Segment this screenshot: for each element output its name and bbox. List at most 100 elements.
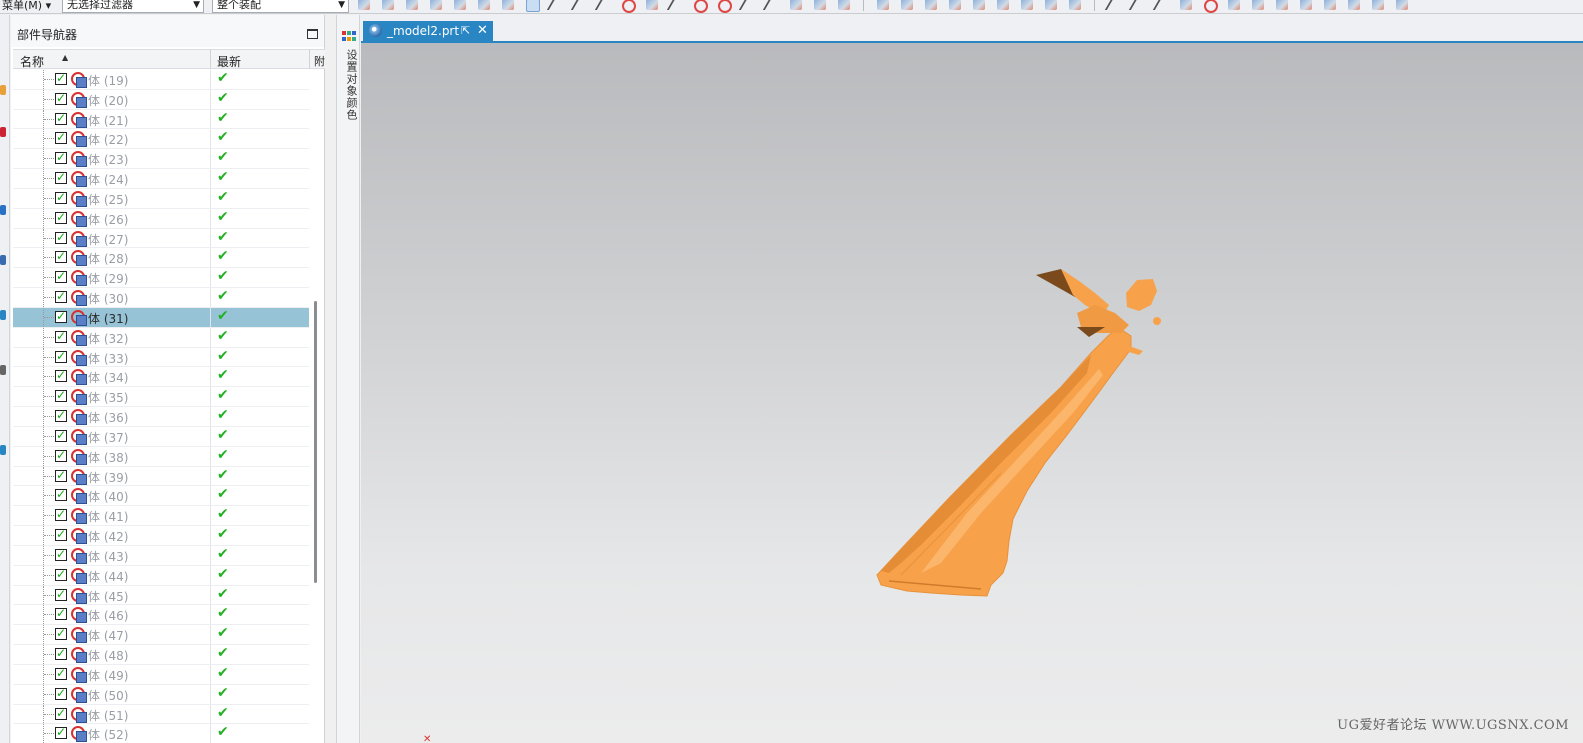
divide-icon[interactable] xyxy=(1249,0,1267,12)
orient-view-icon[interactable] xyxy=(1042,0,1060,12)
layout-icon[interactable] xyxy=(994,0,1012,12)
visibility-checkbox[interactable] xyxy=(55,507,67,522)
body-select-icon[interactable] xyxy=(475,0,493,12)
tree-row[interactable]: 体 (31) ✔ xyxy=(13,307,309,328)
selection-filter-dropdown[interactable]: 无选择过滤器 ▼ xyxy=(62,0,204,13)
point-icon[interactable] xyxy=(1177,0,1195,12)
visibility-checkbox[interactable] xyxy=(55,408,67,423)
tree-row[interactable]: 体 (33) ✔ xyxy=(13,347,309,368)
trim-icon[interactable] xyxy=(1225,0,1243,12)
tree-row[interactable]: 体 (39) ✔ xyxy=(13,466,309,487)
left-strip-icon[interactable] xyxy=(0,255,6,265)
mid-point-icon[interactable] xyxy=(571,0,589,12)
visibility-checkbox[interactable] xyxy=(55,606,67,621)
part-icon[interactable] xyxy=(835,0,853,12)
visibility-checkbox[interactable] xyxy=(55,150,67,165)
visibility-checkbox[interactable] xyxy=(55,547,67,561)
tree-row[interactable]: 体 (23) ✔ xyxy=(13,149,309,170)
tree-row[interactable]: 体 (25) ✔ xyxy=(13,188,309,209)
bounded-grid-icon[interactable] xyxy=(811,0,829,12)
visibility-checkbox[interactable] xyxy=(55,249,67,264)
assembly-filter-icon[interactable] xyxy=(379,0,397,12)
tree-row[interactable]: 体 (49) ✔ xyxy=(13,664,309,685)
pattern-icon[interactable] xyxy=(1273,0,1291,12)
tree-row[interactable]: 体 (27) ✔ xyxy=(13,228,309,249)
quadrant-icon[interactable] xyxy=(715,0,733,13)
line-icon[interactable] xyxy=(1105,0,1123,12)
tree-row[interactable]: 体 (50) ✔ xyxy=(13,684,309,705)
visibility-checkbox[interactable] xyxy=(55,190,67,204)
select-rectangle-icon[interactable] xyxy=(403,0,421,12)
tree-row[interactable]: 体 (37) ✔ xyxy=(13,426,309,447)
tree-row[interactable]: 体 (52) ✔ xyxy=(13,724,309,743)
tree-row[interactable]: 体 (32) ✔ xyxy=(13,327,309,348)
visibility-checkbox[interactable] xyxy=(55,349,67,363)
visibility-checkbox[interactable] xyxy=(55,428,67,442)
column-divider[interactable] xyxy=(210,50,211,69)
visibility-checkbox[interactable] xyxy=(55,487,67,502)
color-palette-icon[interactable] xyxy=(342,31,356,43)
visibility-checkbox[interactable] xyxy=(55,309,67,323)
visibility-checkbox[interactable] xyxy=(55,706,67,720)
visibility-checkbox[interactable] xyxy=(55,567,67,581)
tangent-icon[interactable] xyxy=(667,0,685,12)
render-style-icon[interactable] xyxy=(1018,0,1036,12)
tree-row[interactable]: 体 (28) ✔ xyxy=(13,248,309,269)
existing-point-icon[interactable] xyxy=(739,0,757,12)
visibility-checkbox[interactable] xyxy=(55,170,67,185)
undock-icon[interactable]: ⇱ xyxy=(461,21,470,41)
rotate-icon[interactable] xyxy=(922,0,940,12)
column-attached[interactable]: 附 xyxy=(314,53,325,69)
sort-ascending-icon[interactable]: ▲ xyxy=(62,53,68,62)
tree-row[interactable]: 体 (24) ✔ xyxy=(13,169,309,189)
visibility-checkbox[interactable] xyxy=(55,230,67,244)
visibility-checkbox[interactable] xyxy=(55,388,67,403)
zoom-icon[interactable] xyxy=(898,0,916,12)
solid-body-icon[interactable] xyxy=(1345,0,1363,12)
snap-all-icon[interactable] xyxy=(523,0,541,12)
point-on-curve-icon[interactable] xyxy=(763,0,781,12)
curve-point-icon[interactable] xyxy=(643,0,661,12)
column-name[interactable]: 名称 xyxy=(20,53,44,70)
pan-icon[interactable] xyxy=(946,0,964,12)
navigator-scrollbar[interactable] xyxy=(314,301,317,583)
visibility-checkbox[interactable] xyxy=(55,527,67,542)
visibility-checkbox[interactable] xyxy=(55,686,67,700)
face-point-icon[interactable] xyxy=(787,0,805,12)
left-strip-icon[interactable] xyxy=(0,85,6,95)
visibility-checkbox[interactable] xyxy=(55,587,67,601)
fit-view-icon[interactable] xyxy=(874,0,892,12)
maximize-icon[interactable] xyxy=(307,29,318,39)
visibility-checkbox[interactable] xyxy=(55,91,67,105)
tree-row[interactable]: 体 (45) ✔ xyxy=(13,585,309,606)
mirror-icon[interactable] xyxy=(1297,0,1315,12)
visibility-checkbox[interactable] xyxy=(55,666,67,680)
cut-icon[interactable] xyxy=(1393,0,1411,12)
tree-row[interactable]: 体 (36) ✔ xyxy=(13,407,309,427)
tree-row[interactable]: 体 (35) ✔ xyxy=(13,387,309,408)
tree-row[interactable]: 体 (48) ✔ xyxy=(13,645,309,665)
tree-row[interactable]: 体 (20) ✔ xyxy=(13,89,309,110)
visibility-checkbox[interactable] xyxy=(55,269,67,284)
tree-row[interactable]: 体 (40) ✔ xyxy=(13,486,309,507)
update-icon[interactable] xyxy=(1321,0,1339,12)
visibility-checkbox[interactable] xyxy=(55,130,67,145)
tree-row[interactable]: 体 (22) ✔ xyxy=(13,129,309,150)
column-divider[interactable] xyxy=(309,50,310,69)
tree-row[interactable]: 体 (41) ✔ xyxy=(13,506,309,527)
visibility-checkbox[interactable] xyxy=(55,725,67,740)
tree-row[interactable]: 体 (44) ✔ xyxy=(13,565,309,586)
visibility-checkbox[interactable] xyxy=(55,329,67,343)
tab-model2[interactable]: _model2.prt ⇱ ✕ xyxy=(363,21,493,41)
left-strip-icon[interactable] xyxy=(0,205,6,215)
visibility-checkbox[interactable] xyxy=(55,111,67,125)
tree-row[interactable]: 体 (47) ✔ xyxy=(13,625,309,646)
intersection-icon[interactable] xyxy=(619,0,637,13)
tree-row[interactable]: 体 (43) ✔ xyxy=(13,545,309,566)
tree-row[interactable]: 体 (38) ✔ xyxy=(13,446,309,467)
tree-row[interactable]: 体 (21) ✔ xyxy=(13,109,309,130)
solid-select-icon[interactable] xyxy=(499,0,517,12)
visibility-checkbox[interactable] xyxy=(55,368,67,383)
select-lasso-icon[interactable] xyxy=(427,0,445,12)
left-strip-icon[interactable] xyxy=(0,127,6,137)
